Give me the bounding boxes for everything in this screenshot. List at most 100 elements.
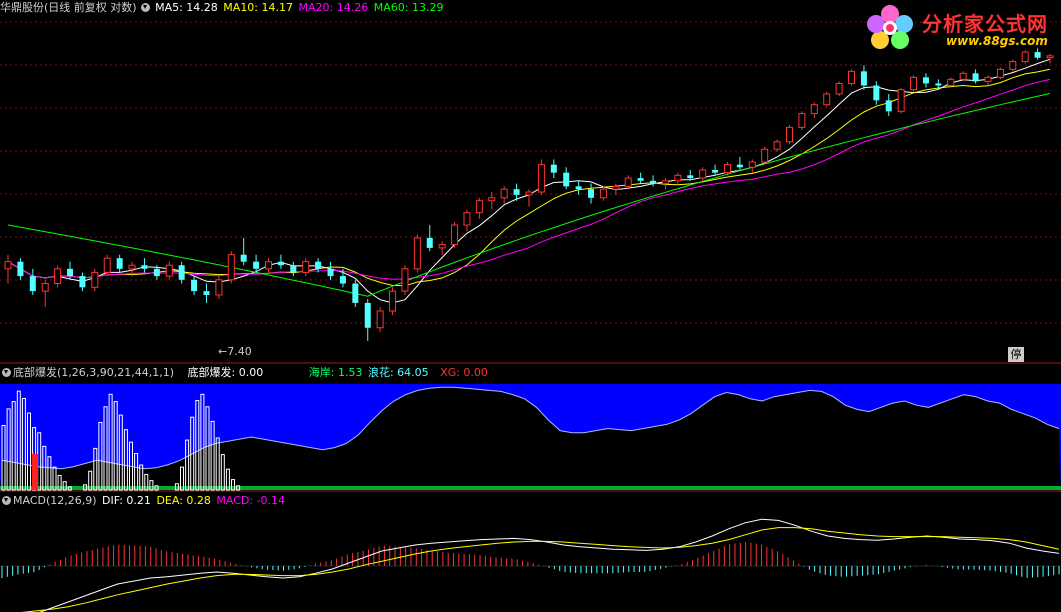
dropdown-icon[interactable] <box>2 496 11 505</box>
candle-body <box>885 100 892 112</box>
candle-body <box>624 177 632 187</box>
logo-url: www.88gs.com <box>946 34 1048 48</box>
candle-body <box>637 178 644 181</box>
low-price-value: 7.40 <box>227 345 252 358</box>
candle-body <box>575 186 582 190</box>
site-logo: 分析家公式网 www.88gs.com <box>858 0 1061 58</box>
indicator-value: 底部爆发: 0.00 <box>187 366 264 379</box>
candle-body <box>947 78 955 87</box>
candle-body <box>141 265 148 269</box>
candle-body <box>563 172 570 187</box>
candle-body <box>29 276 36 292</box>
candle-body <box>103 257 111 273</box>
dif-line <box>39 518 1060 612</box>
ma20-label: MA20: 14.26 <box>298 1 369 14</box>
candle-body <box>848 70 856 84</box>
haian-label: 海岸: 1.53 <box>308 366 363 379</box>
candle-body <box>984 76 992 82</box>
candle-body <box>674 174 682 182</box>
candle-body <box>339 276 346 284</box>
candle-body <box>265 261 272 270</box>
candle-body <box>650 180 657 184</box>
ma5-label: MA5: 14.28 <box>155 1 218 14</box>
candle-body <box>191 279 198 292</box>
candle-body <box>463 212 471 226</box>
candle-body <box>178 265 185 280</box>
candle-body <box>79 276 86 288</box>
candle-body <box>500 188 508 199</box>
stop-badge[interactable]: 停 <box>1008 347 1024 362</box>
candle-body <box>897 89 905 112</box>
haian-line <box>0 486 1061 490</box>
candle-body <box>277 261 284 266</box>
langhua-label: 浪花: 64.05 <box>367 366 429 379</box>
candle-body <box>773 141 781 150</box>
macd-panel[interactable]: MACD(12,26,9) DIF: 0.21 DEA: 0.28 MACD: … <box>0 492 1061 612</box>
candle-body <box>959 72 967 80</box>
xg-label: XG: 0.00 <box>440 366 488 379</box>
candle-body <box>922 77 929 84</box>
candle-body <box>240 254 247 262</box>
candle-body <box>488 197 496 202</box>
candle-body <box>17 261 24 277</box>
candle-body <box>910 76 918 91</box>
candle-body <box>91 271 99 288</box>
candle-body <box>588 189 595 198</box>
ma60-label: MA60: 13.29 <box>373 1 444 14</box>
candle-body <box>612 185 620 190</box>
ma20-line <box>7 78 1051 280</box>
dea-label: DEA: 0.28 <box>156 494 211 507</box>
candle-body <box>451 224 459 246</box>
candle-body <box>835 82 843 95</box>
candle-body <box>4 261 12 270</box>
macd-chart[interactable] <box>0 492 1061 612</box>
candle-body <box>935 83 942 86</box>
candle-body <box>798 113 806 128</box>
candle-body <box>54 268 62 285</box>
ma10-line <box>7 68 1051 287</box>
candle-body <box>290 265 297 273</box>
candle-body <box>376 310 384 329</box>
candle-body <box>165 264 173 277</box>
candle-body <box>302 261 310 273</box>
candle-body <box>1009 61 1017 70</box>
flower-logo-icon <box>867 5 913 49</box>
candle-body <box>786 126 793 143</box>
candle-body <box>810 104 818 115</box>
candle-body <box>128 264 136 270</box>
candle-body <box>364 302 371 328</box>
candle-body <box>475 200 483 214</box>
candle-body <box>699 169 707 179</box>
candle-body <box>823 93 831 106</box>
candle-body <box>426 237 433 248</box>
indicator-name: 底部爆发(1,26,3,90,21,44,1,1) <box>13 366 175 379</box>
candle-body <box>687 175 694 179</box>
price-header: 华鼎股份(日线 前复权 对数) MA5: 14.28 MA10: 14.17 M… <box>0 0 445 16</box>
candle-body <box>67 268 74 277</box>
candle-body <box>661 180 669 185</box>
candle-body <box>389 290 397 312</box>
macd-header: MACD(12,26,9) DIF: 0.21 DEA: 0.28 MACD: … <box>0 493 287 509</box>
logo-title: 分析家公式网 <box>922 12 1048 36</box>
indicator-chart[interactable] <box>0 364 1061 492</box>
macd-name: MACD(12,26,9) <box>13 494 97 507</box>
macd-label: MACD: -0.14 <box>216 494 286 507</box>
candle-body <box>712 169 719 173</box>
candle-body <box>116 258 123 269</box>
candle-body <box>996 68 1004 78</box>
candle-body <box>723 164 731 174</box>
dropdown-icon[interactable] <box>140 3 150 12</box>
candle-body <box>599 188 607 199</box>
candle-body <box>736 164 743 168</box>
candle-body <box>41 283 49 292</box>
candle-body <box>227 254 235 281</box>
xg-marker <box>32 454 38 490</box>
candle-body <box>352 283 359 303</box>
candle-body <box>748 161 756 168</box>
candle-body <box>203 291 210 296</box>
ma10-label: MA10: 14.17 <box>223 1 294 14</box>
low-price-label: ←7.40 <box>218 345 252 358</box>
candle-body <box>327 268 334 277</box>
dropdown-icon[interactable] <box>2 368 11 377</box>
indicator-panel[interactable]: 底部爆发(1,26,3,90,21,44,1,1) 底部爆发: 0.00 海岸:… <box>0 364 1061 492</box>
